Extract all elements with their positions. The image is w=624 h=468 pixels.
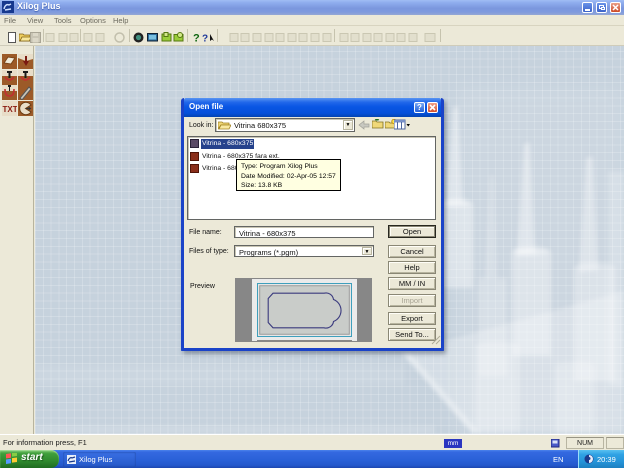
- svg-text:TXT: TXT: [3, 105, 18, 114]
- svg-text:?: ?: [202, 34, 208, 44]
- svg-text:?: ?: [193, 33, 200, 44]
